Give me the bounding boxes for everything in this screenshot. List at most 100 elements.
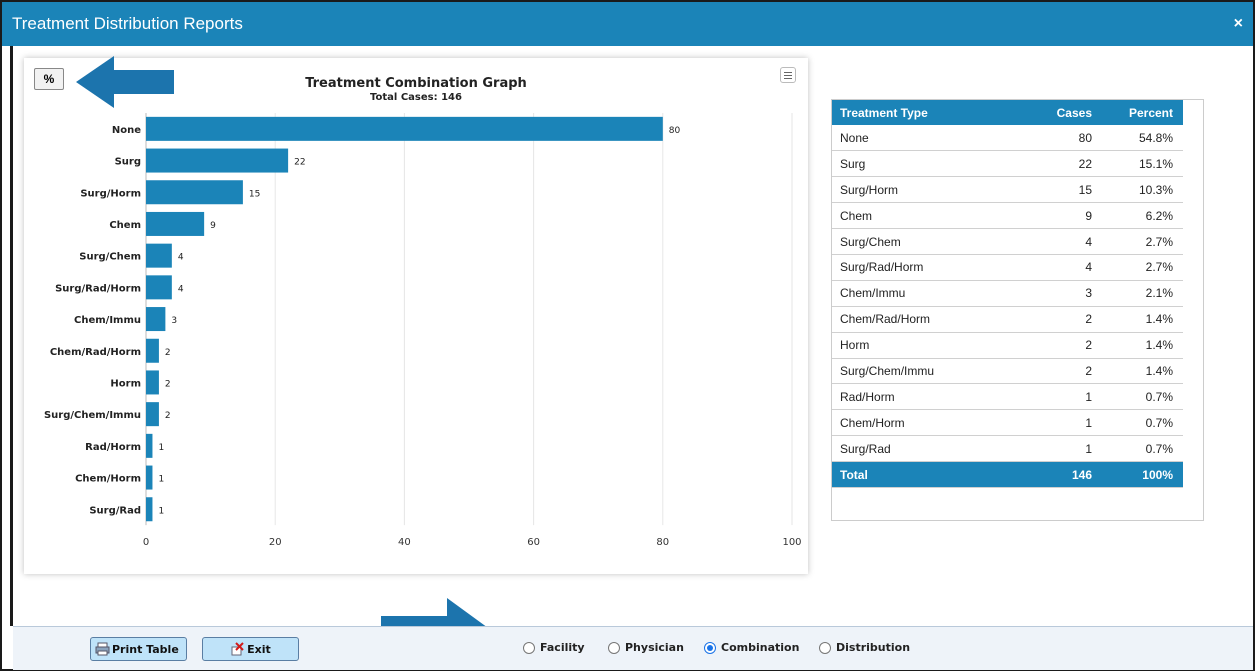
summary-table: Treatment Type Cases Percent None 80 54.8%… (832, 100, 1183, 488)
percent-cell: 10.3% (1102, 176, 1183, 204)
category-label: Horm (110, 378, 141, 389)
cases-cell: 1 (1032, 383, 1102, 411)
summary-table-panel: Treatment Type Cases Percent None 80 54.8%… (831, 99, 1204, 521)
print-table-label: Print Table (112, 642, 179, 656)
cases-cell: 1 (1032, 435, 1102, 463)
data-label: 15 (249, 189, 260, 199)
percent-cell: 0.7% (1102, 409, 1183, 437)
x-tick-label: 80 (656, 537, 669, 548)
radio-button[interactable] (819, 641, 831, 654)
radio-button[interactable] (608, 641, 620, 654)
bar (146, 433, 153, 458)
table-row: Surg/Rad 1 0.7% (832, 435, 1183, 463)
radio-button[interactable] (523, 641, 535, 654)
radio-facility[interactable]: Facility (523, 641, 585, 654)
frame-divider (10, 46, 13, 626)
report-window: Treatment Distribution Reports × 0 20 40 60… (0, 0, 1255, 671)
treatment-type-cell: None (832, 125, 1032, 152)
table-row: Surg 22 15.1% (832, 150, 1183, 178)
radio-label: Combination (721, 641, 800, 654)
percent-cell: 1.4% (1102, 358, 1183, 385)
treatment-type-cell: Chem/Rad/Horm (832, 306, 1032, 333)
exit-icon (230, 642, 245, 656)
percent-cell: 2.7% (1102, 254, 1183, 281)
percent-cell: 2.7% (1102, 228, 1183, 255)
table-row: Surg/Chem 4 2.7% (832, 228, 1183, 255)
table-row: Chem/Horm 1 0.7% (832, 409, 1183, 437)
cases-cell: 22 (1032, 150, 1102, 178)
category-label: Surg/Rad/Horm (55, 283, 141, 294)
title-bar: Treatment Distribution Reports × (2, 2, 1253, 46)
bar (146, 148, 289, 173)
treatment-type-cell: Chem/Horm (832, 409, 1032, 437)
window-title: Treatment Distribution Reports (12, 14, 243, 33)
percent-cell: 0.7% (1102, 435, 1183, 463)
print-table-button[interactable]: Print Table (90, 637, 187, 661)
percent-cell: 15.1% (1102, 150, 1183, 178)
category-label: Chem/Horm (75, 474, 141, 485)
bar (146, 243, 172, 268)
x-tick-label: 0 (143, 537, 149, 548)
cases-cell: 1 (1032, 409, 1102, 437)
radio-distribution[interactable]: Distribution (819, 641, 910, 654)
exit-label: Exit (247, 642, 271, 656)
percent-cell: 2.1% (1102, 280, 1183, 307)
treatment-type-cell: Chem/Immu (832, 280, 1032, 307)
bar-chart: 0 20 40 60 80 100None 80Surg 22Surg/Horm 15Chem 9… (44, 113, 802, 548)
table-row: Chem 9 6.2% (832, 202, 1183, 230)
data-label: 4 (178, 284, 184, 294)
total-label: Total (832, 461, 1032, 488)
table-row: Surg/Chem/Immu 2 1.4% (832, 358, 1183, 385)
x-tick-label: 60 (527, 537, 540, 548)
percent-cell: 0.7% (1102, 383, 1183, 411)
percent-cell: 54.8% (1102, 125, 1183, 152)
data-label: 1 (158, 506, 164, 516)
cases-cell: 15 (1032, 176, 1102, 204)
radio-physician[interactable]: Physician (608, 641, 684, 654)
category-label: Surg/Chem/Immu (44, 410, 141, 421)
bar (146, 402, 159, 427)
bar (146, 116, 663, 141)
exit-button[interactable]: Exit (202, 637, 299, 661)
cases-cell: 2 (1032, 306, 1102, 333)
category-label: Chem/Immu (74, 315, 141, 326)
table-row: Surg/Horm 15 10.3% (832, 176, 1183, 204)
treatment-type-cell: Surg/Chem/Immu (832, 358, 1032, 385)
close-icon[interactable]: × (1234, 15, 1243, 33)
x-tick-label: 100 (782, 537, 801, 548)
radio-combination[interactable]: Combination (704, 641, 799, 654)
footer-bar: Print Table Exit Facility Physician Comb… (13, 626, 1253, 670)
table-row: Chem/Rad/Horm 2 1.4% (832, 306, 1183, 333)
data-label: 9 (210, 221, 216, 231)
bar (146, 180, 243, 205)
percent-cell: 6.2% (1102, 202, 1183, 230)
percent-cell: 1.4% (1102, 306, 1183, 333)
data-label: 3 (171, 316, 177, 326)
left-arrow-icon (76, 56, 174, 108)
bar (146, 497, 153, 522)
bar (146, 465, 153, 490)
total-cases: 146 (1032, 461, 1102, 488)
category-label: Surg/Chem (79, 252, 141, 263)
radio-label: Facility (540, 641, 585, 654)
data-label: 4 (178, 253, 184, 263)
cases-cell: 2 (1032, 332, 1102, 359)
category-label: Rad/Horm (85, 442, 141, 453)
x-tick-label: 20 (269, 537, 282, 548)
category-label: Surg/Horm (80, 188, 141, 199)
treatment-type-cell: Surg/Rad (832, 435, 1032, 463)
radio-button-selected[interactable] (704, 641, 716, 654)
data-label: 2 (165, 411, 171, 421)
treatment-type-cell: Horm (832, 332, 1032, 359)
data-label: 1 (158, 443, 164, 453)
chart-panel: 0 20 40 60 80 100 None 80 Surg 22 Surg/Horm 15 Chem 9… (24, 58, 808, 574)
bar (146, 338, 159, 363)
column-header: Cases (1056, 105, 1092, 120)
table-row: Chem/Immu 3 2.1% (832, 280, 1183, 307)
cases-cell: 3 (1032, 280, 1102, 307)
bar (146, 275, 172, 300)
data-label: 2 (165, 379, 171, 389)
radio-label: Distribution (836, 641, 911, 654)
data-label: 2 (165, 348, 171, 358)
x-tick-label: 40 (398, 537, 411, 548)
